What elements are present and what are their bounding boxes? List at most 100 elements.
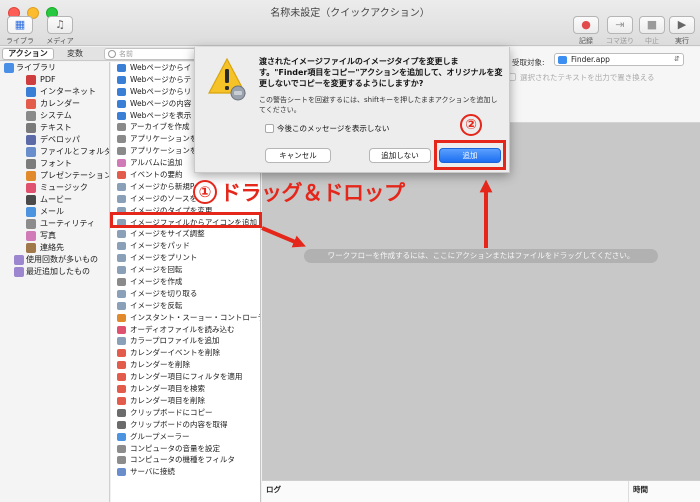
stop-toolbar-button[interactable]: ■ 中止 xyxy=(636,16,668,46)
action-item[interactable]: イメージを反転 xyxy=(111,300,260,312)
action-label: カレンダーイベントを削除 xyxy=(130,348,220,358)
category-label: フォント xyxy=(40,159,72,168)
action-item[interactable]: クリップボードの内容を取得 xyxy=(111,419,260,431)
action-item[interactable]: コンピュータの音量を設定 xyxy=(111,443,260,455)
action-label: グループメーラー xyxy=(130,431,190,441)
action-item[interactable]: グループメーラー xyxy=(111,431,260,443)
step-1-badge: ① xyxy=(193,180,217,204)
media-toolbar-button[interactable]: ♫ メディア xyxy=(44,16,76,46)
category-icon xyxy=(26,159,36,169)
action-icon xyxy=(117,230,126,239)
category-item[interactable]: カレンダー xyxy=(0,98,109,110)
action-label: アーカイブを作成 xyxy=(130,122,190,132)
dont-add-button[interactable]: 追加しない xyxy=(369,148,431,163)
category-label: ユーティリティ xyxy=(40,219,96,228)
category-icon xyxy=(14,255,24,265)
category-icon xyxy=(26,87,36,97)
action-item[interactable]: イメージを回転 xyxy=(111,264,260,276)
category-label: ライブラリ xyxy=(16,63,56,72)
category-label: プレゼンテーション xyxy=(40,171,110,180)
category-item[interactable]: ミュージック xyxy=(0,182,109,194)
category-label: ファイルとフォルダ xyxy=(40,147,110,156)
category-item[interactable]: インターネット xyxy=(0,86,109,98)
tab-variables[interactable]: 変数 xyxy=(60,48,90,60)
action-item[interactable]: イメージを作成 xyxy=(111,276,260,288)
action-item[interactable]: インスタント・スーョー・コントローラ xyxy=(111,312,260,324)
receive-select[interactable]: Finder.app xyxy=(554,53,684,66)
action-label: クリップボードにコピー xyxy=(130,407,213,417)
action-label: カレンダー項目にフィルタを適用 xyxy=(130,372,243,382)
action-label: カレンダーを削除 xyxy=(130,360,190,370)
action-icon xyxy=(117,361,126,370)
category-item[interactable]: プレゼンテーション xyxy=(0,170,109,182)
record-toolbar-button[interactable]: ● 記録 xyxy=(570,16,602,46)
category-item[interactable]: 使用回数が多いもの xyxy=(0,254,109,266)
action-icon xyxy=(117,64,126,72)
category-item[interactable]: ユーティリティ xyxy=(0,218,109,230)
chevron-updown-icon: ⇵ xyxy=(674,55,680,63)
action-label: イメージを切り取る xyxy=(130,288,198,298)
action-item[interactable]: カレンダー項目にフィルタを適用 xyxy=(111,371,260,383)
run-toolbar-label: 実行 xyxy=(675,37,689,45)
automator-window: 名称未設定（クイックアクション） ▦ ライブラリ ♫ メディア ● 記録 ⇥ コ… xyxy=(0,0,700,502)
category-item[interactable]: 写真 xyxy=(0,230,109,242)
action-icon xyxy=(117,456,126,465)
category-item[interactable]: ファイルとフォルダ xyxy=(0,146,109,158)
category-icon xyxy=(14,267,24,277)
action-icon xyxy=(117,123,126,132)
action-item[interactable]: カレンダーを削除 xyxy=(111,359,260,371)
category-list[interactable]: ライブラリ PDF インターネット カレンダーシステム テキスト デベロッパ ファイルとフォ… xyxy=(0,62,110,502)
action-icon xyxy=(117,147,126,156)
highlight-add-button xyxy=(434,140,506,170)
category-item[interactable]: ライブラリ xyxy=(0,62,109,74)
finder-icon xyxy=(558,56,567,64)
action-item[interactable]: カレンダー項目を検索 xyxy=(111,383,260,395)
category-item[interactable]: 最近追加したもの xyxy=(0,266,109,278)
category-item[interactable]: デベロッパ xyxy=(0,134,109,146)
action-item[interactable]: オーディオファイルを読み込む xyxy=(111,324,260,336)
action-item[interactable]: カレンダーイベントを削除 xyxy=(111,347,260,359)
action-icon xyxy=(117,99,126,108)
action-icon xyxy=(117,135,126,144)
time-column-header[interactable]: 時間 xyxy=(633,484,648,495)
category-icon xyxy=(26,123,36,133)
action-label: インスタント・スーョー・コントローラ xyxy=(130,312,260,322)
log-column-header[interactable]: ログ xyxy=(266,484,281,495)
music-note-icon: ♫ xyxy=(47,16,73,34)
suppress-message-label[interactable]: 今後このメッセージを表示しない xyxy=(277,123,389,134)
step-2-badge: ② xyxy=(460,114,482,136)
log-column-divider xyxy=(628,481,629,502)
action-item[interactable]: イメージを切り取る xyxy=(111,288,260,300)
action-item[interactable]: クリップボードにコピー xyxy=(111,407,260,419)
step-toolbar-label: コマ送り xyxy=(606,37,634,45)
cancel-button[interactable]: キャンセル xyxy=(265,148,331,163)
category-item[interactable]: テキスト xyxy=(0,122,109,134)
action-icon xyxy=(117,266,126,275)
action-item[interactable]: イメージをパッド xyxy=(111,240,260,252)
category-item[interactable]: システム xyxy=(0,110,109,122)
action-icon xyxy=(117,301,126,310)
action-icon xyxy=(117,468,126,477)
action-icon xyxy=(117,385,126,394)
action-item[interactable]: カレンダー項目を削除 xyxy=(111,395,260,407)
category-item[interactable]: フォント xyxy=(0,158,109,170)
category-item[interactable]: PDF xyxy=(0,74,109,86)
suppress-message-checkbox[interactable] xyxy=(265,124,274,133)
category-item[interactable]: 連絡先 xyxy=(0,242,109,254)
action-item[interactable]: サーバに接続 xyxy=(111,466,260,478)
action-icon xyxy=(117,182,126,191)
category-label: カレンダー xyxy=(40,99,80,108)
category-item[interactable]: メール xyxy=(0,206,109,218)
step-toolbar-button[interactable]: ⇥ コマ送り xyxy=(604,16,636,46)
run-toolbar-button[interactable]: ▶ 実行 xyxy=(666,16,698,46)
action-icon xyxy=(117,325,126,334)
action-item[interactable]: イメージをサイズ調整 xyxy=(111,228,260,240)
action-item[interactable]: カラープロファイルを追加 xyxy=(111,335,260,347)
action-item[interactable]: イメージをプリント xyxy=(111,252,260,264)
action-label: オーディオファイルを読み込む xyxy=(130,324,235,334)
tab-actions[interactable]: アクション xyxy=(2,48,54,60)
action-label: Webページからテ xyxy=(130,74,192,84)
category-icon xyxy=(26,231,36,241)
action-item[interactable]: コンピュータの機種をフィルタ xyxy=(111,454,260,466)
category-item[interactable]: ムービー xyxy=(0,194,109,206)
